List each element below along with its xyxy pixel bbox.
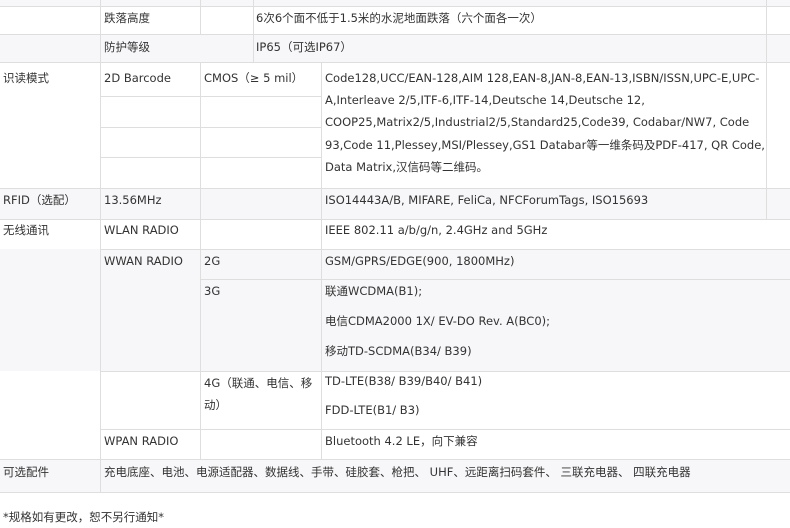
sub-row-divider xyxy=(100,96,322,97)
wwan-4g-line: FDD-LTE(B1/ B3) xyxy=(325,403,420,417)
wwan-3g-line: 移动TD-SCDMA(B34/ B39) xyxy=(325,344,472,358)
wwan-4g-label: 4G（联通、电信、移动） xyxy=(204,376,313,413)
symbologies-list: Code128,UCC/EAN-128,AIM 128,EAN-8,JAN-8,… xyxy=(325,71,765,174)
wwan-label: WWAN RADIO xyxy=(104,254,183,268)
sub-row-divider xyxy=(100,127,322,128)
rfid-standards: ISO14443A/B, MIFARE, FeliCa, NFCForumTag… xyxy=(325,193,649,207)
wwan-3g-line: 联通WCDMA(B1); xyxy=(325,284,423,298)
row-divider xyxy=(0,459,790,460)
column-divider xyxy=(200,0,201,34)
wwan-3g-line: 电信CDMA2000 1X/ EV-DO Rev. A(BC0); xyxy=(325,314,551,328)
accessories-label: 可选配件 xyxy=(3,465,49,479)
column-divider xyxy=(100,0,101,492)
row-divider xyxy=(0,34,790,35)
wlan-label: WLAN RADIO xyxy=(104,223,179,237)
wpan-label: WPAN RADIO xyxy=(104,434,179,448)
wwan-2g-label: 2G xyxy=(204,254,221,268)
column-divider xyxy=(200,188,201,250)
drop-height-label: 跌落高度 xyxy=(104,11,150,25)
protection-value: IP65（可选IP67） xyxy=(256,40,352,54)
column-divider xyxy=(321,62,322,188)
spec-table: 跌落高度 6次6个面不低于1.5米的水泥地面跌落（六个面各一次） 防护等级 IP… xyxy=(0,0,790,528)
row-divider xyxy=(0,62,790,63)
column-divider xyxy=(321,249,322,459)
column-divider xyxy=(200,62,201,188)
column-divider xyxy=(321,188,322,250)
sensor-spec: CMOS（≥ 5 mil） xyxy=(204,71,304,85)
drop-height-value: 6次6个面不低于1.5米的水泥地面跌落（六个面各一次） xyxy=(256,11,542,25)
rfid-label: RFID（选配） xyxy=(3,193,76,207)
scan-mode-label: 识读模式 xyxy=(3,71,49,85)
sub-row-divider xyxy=(200,279,790,280)
sub-row-divider xyxy=(100,157,322,158)
column-divider xyxy=(253,0,254,62)
wwan-3g-label: 3G xyxy=(204,284,221,298)
wwan-2g-value: GSM/GPRS/EDGE(900, 1800MHz) xyxy=(325,254,515,268)
column-divider xyxy=(200,249,201,459)
wireless-label: 无线通讯 xyxy=(3,223,49,237)
wlan-value: IEEE 802.11 a/b/g/n, 2.4GHz and 5GHz xyxy=(325,223,548,237)
row-divider xyxy=(0,492,790,493)
rfid-frequency: 13.56MHz xyxy=(104,193,162,207)
footnote: *规格如有更改，恕不另行通知* xyxy=(3,510,164,524)
protection-label: 防护等级 xyxy=(104,40,150,54)
accessories-value: 充电底座、电池、电源适配器、数据线、手带、硅胶套、枪把、 UHF、远距离扫码套件… xyxy=(104,465,691,479)
barcode-type: 2D Barcode xyxy=(104,71,171,85)
wpan-value: Bluetooth 4.2 LE，向下兼容 xyxy=(325,434,478,448)
wwan-4g-line: TD-LTE(B38/ B39/B40/ B41) xyxy=(325,374,483,388)
